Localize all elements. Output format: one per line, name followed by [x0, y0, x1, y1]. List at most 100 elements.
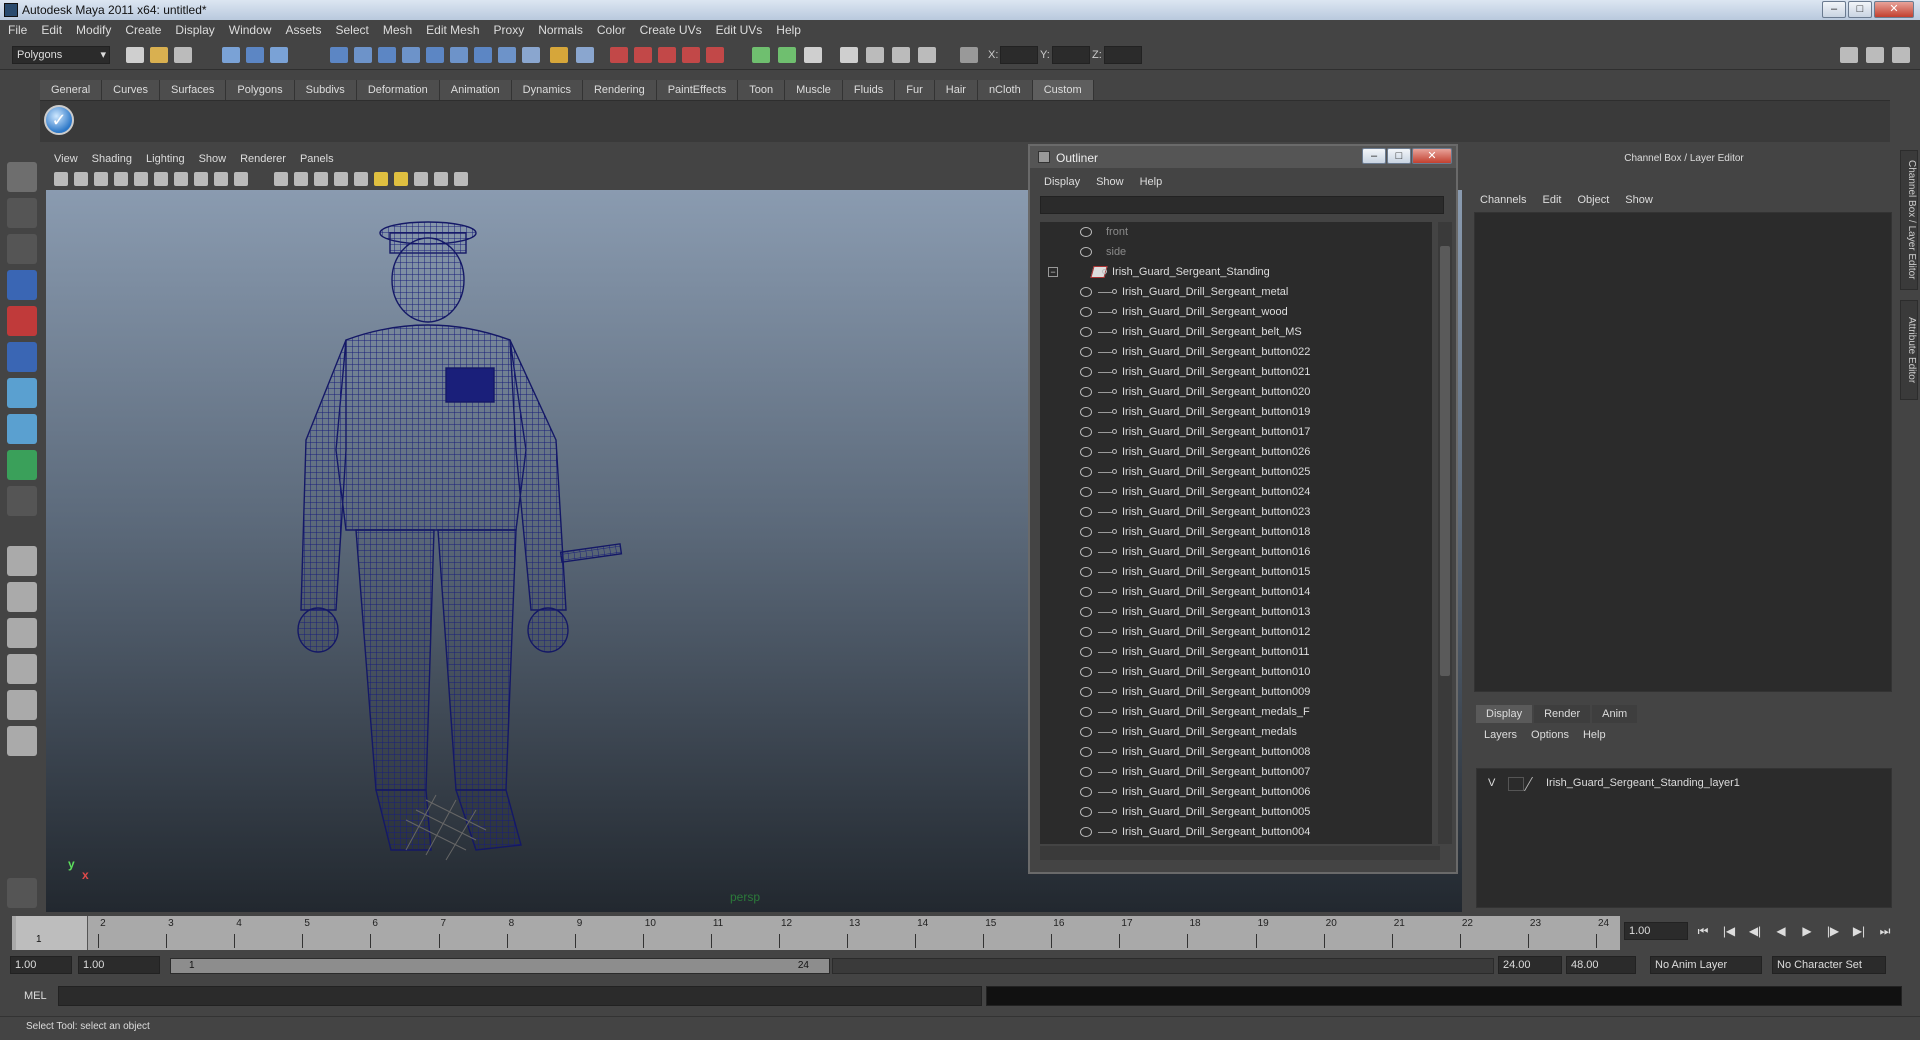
channel-box-menu-item[interactable]: Show	[1625, 194, 1653, 206]
y-field[interactable]	[1052, 46, 1090, 64]
safe-action-icon[interactable]	[234, 172, 248, 186]
hypershade-layout-icon[interactable]	[7, 690, 37, 720]
current-frame-marker[interactable]	[16, 916, 88, 950]
outliner-maximize-button[interactable]: □	[1387, 148, 1411, 164]
soft-modification-icon[interactable]	[7, 414, 37, 444]
select-by-deformation-icon[interactable]	[426, 47, 444, 63]
x-field[interactable]	[1000, 46, 1038, 64]
outliner-row[interactable]: − Irish_Guard_Sergeant_Standing	[1040, 262, 1432, 282]
outliner-row[interactable]: Irish_Guard_Drill_Sergeant_button007	[1040, 762, 1432, 782]
outliner-row[interactable]: Irish_Guard_Drill_Sergeant_button019	[1040, 402, 1432, 422]
menu-item[interactable]: Create UVs	[640, 23, 702, 37]
outliner-row[interactable]: Irish_Guard_Drill_Sergeant_button026	[1040, 442, 1432, 462]
outliner-row[interactable]: Irish_Guard_Drill_Sergeant_button017	[1040, 422, 1432, 442]
outliner-row[interactable]: Irish_Guard_Drill_Sergeant_button010	[1040, 662, 1432, 682]
select-object-icon[interactable]	[246, 47, 264, 63]
outliner-row[interactable]: Irish_Guard_Drill_Sergeant_button016	[1040, 542, 1432, 562]
layer-editor-tab[interactable]: Render	[1534, 705, 1591, 723]
safe-title-icon[interactable]	[274, 172, 288, 186]
menu-item[interactable]: Edit Mesh	[426, 23, 479, 37]
shelf-tab[interactable]: Deformation	[356, 80, 440, 100]
shelf-tab[interactable]: Hair	[934, 80, 978, 100]
layer-editor-menu-item[interactable]: Options	[1531, 729, 1569, 741]
layer-template-toggle[interactable]	[1508, 777, 1524, 791]
menu-item[interactable]: Edit UVs	[716, 23, 763, 37]
select-by-joint-icon[interactable]	[354, 47, 372, 63]
xray-icon[interactable]	[394, 172, 408, 186]
shelf-tab[interactable]: Dynamics	[511, 80, 583, 100]
animation-end-field[interactable]: 48.00	[1566, 956, 1636, 974]
help-icon[interactable]	[522, 47, 540, 63]
mel-label[interactable]: MEL	[24, 990, 47, 1002]
textured-icon[interactable]	[334, 172, 348, 186]
viewport-menu-item[interactable]: Shading	[92, 153, 132, 165]
universal-manipulator-icon[interactable]	[7, 378, 37, 408]
render-settings-icon[interactable]	[918, 47, 936, 63]
field-chart-icon[interactable]	[214, 172, 228, 186]
construction-history-icon[interactable]	[804, 47, 822, 63]
step-forward-key-icon[interactable]: ▶|	[1850, 922, 1868, 940]
snap-to-plane-icon[interactable]	[682, 47, 700, 63]
outliner-row[interactable]: Irish_Guard_Drill_Sergeant_button015	[1040, 562, 1432, 582]
shelf-tab[interactable]: Custom	[1032, 80, 1094, 100]
time-slider[interactable]: 123456789101112131415161718192021222324	[12, 916, 1620, 950]
output-ops-icon[interactable]	[778, 47, 796, 63]
outliner-row[interactable]: Irish_Guard_Drill_Sergeant_button005	[1040, 802, 1432, 822]
outliner-row[interactable]: Irish_Guard_Drill_Sergeant_button018	[1040, 522, 1432, 542]
current-time-field[interactable]: 1.00	[1624, 922, 1688, 940]
layer-color-swatch[interactable]	[1523, 777, 1547, 791]
menu-item[interactable]: File	[8, 23, 27, 37]
select-by-handle-icon[interactable]	[330, 47, 348, 63]
persp-graph-layout-icon[interactable]	[7, 654, 37, 684]
menu-item[interactable]: Window	[229, 23, 272, 37]
outliner-menu-item[interactable]: Display	[1044, 176, 1080, 188]
toggle-channel-box-icon[interactable]	[1892, 47, 1910, 63]
toggle-attribute-editor-icon[interactable]	[1840, 47, 1858, 63]
outliner-row[interactable]: Irish_Guard_Drill_Sergeant_button006	[1040, 782, 1432, 802]
hud-icon[interactable]	[434, 172, 448, 186]
outliner-row[interactable]: Irish_Guard_Drill_Sergeant_button014	[1040, 582, 1432, 602]
shelf-tab[interactable]: General	[40, 80, 103, 100]
bookmark-icon[interactable]	[94, 172, 108, 186]
shadows-icon[interactable]	[374, 172, 388, 186]
gate-mask-icon[interactable]	[194, 172, 208, 186]
z-field[interactable]	[1104, 46, 1142, 64]
camera-attributes-icon[interactable]	[54, 172, 68, 186]
outliner-row[interactable]: Irish_Guard_Drill_Sergeant_button022	[1040, 342, 1432, 362]
select-hierarchy-icon[interactable]	[222, 47, 240, 63]
viewport-menu-item[interactable]: Lighting	[146, 153, 185, 165]
scale-tool-icon[interactable]	[7, 342, 37, 372]
play-forwards-icon[interactable]: ▶	[1798, 922, 1816, 940]
layer-editor-tab[interactable]: Display	[1476, 705, 1533, 723]
select-tool-icon[interactable]	[7, 162, 37, 192]
playback-end-field[interactable]: 24.00	[1498, 956, 1562, 974]
layer-editor-menu-item[interactable]: Layers	[1484, 729, 1517, 741]
menu-item[interactable]: Proxy	[494, 23, 525, 37]
grid-icon[interactable]	[134, 172, 148, 186]
toggle-tool-settings-icon[interactable]	[1866, 47, 1884, 63]
outliner-row[interactable]: Irish_Guard_Drill_Sergeant_metal	[1040, 282, 1432, 302]
minimize-button[interactable]: –	[1822, 1, 1846, 18]
shelf-tab[interactable]: Animation	[439, 80, 512, 100]
outliner-row[interactable]: Irish_Guard_Drill_Sergeant_button021	[1040, 362, 1432, 382]
select-component-icon[interactable]	[270, 47, 288, 63]
shelf-tab[interactable]: Toon	[738, 80, 786, 100]
shelf-tab[interactable]: Surfaces	[159, 80, 227, 100]
shelf-tab[interactable]: Subdivs	[294, 80, 357, 100]
menu-item[interactable]: Help	[776, 23, 801, 37]
shelf-tab[interactable]: Curves	[102, 80, 160, 100]
layer-visibility-toggle[interactable]: V	[1488, 777, 1495, 789]
range-slider-track[interactable]	[832, 958, 1494, 974]
outliner-row[interactable]: Irish_Guard_Drill_Sergeant_button025	[1040, 462, 1432, 482]
shelf-tab[interactable]: Polygons	[226, 80, 295, 100]
close-button[interactable]: ✕	[1874, 1, 1914, 18]
outliner-row[interactable]: Irish_Guard_Drill_Sergeant_medals	[1040, 722, 1432, 742]
step-back-key-icon[interactable]: |◀	[1720, 922, 1738, 940]
channel-box-menu-item[interactable]: Edit	[1542, 194, 1561, 206]
outliner-row[interactable]: Irish_Guard_Drill_Sergeant_button011	[1040, 642, 1432, 662]
single-perspective-layout-icon[interactable]	[7, 546, 37, 576]
film-gate-icon[interactable]	[154, 172, 168, 186]
menu-item[interactable]: Assets	[285, 23, 321, 37]
shelf-tab[interactable]: Fur	[895, 80, 935, 100]
snap-to-curve-icon[interactable]	[634, 47, 652, 63]
